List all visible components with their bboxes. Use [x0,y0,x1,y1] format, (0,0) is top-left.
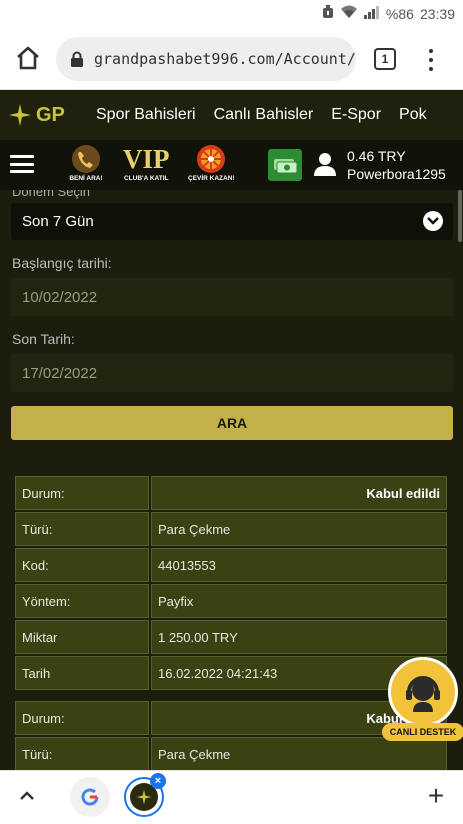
google-icon[interactable] [70,777,110,817]
signal-icon [363,5,380,22]
star-logo-icon [9,104,31,126]
close-tab-icon[interactable]: × [150,773,166,789]
deposit-money-icon[interactable] [268,149,302,181]
url-text: grandpashabet996.com/Account/ [94,50,356,68]
new-tab-icon[interactable]: + [424,780,448,811]
hamburger-menu-icon[interactable] [10,155,34,173]
user-icon[interactable] [314,152,336,176]
table-row: Türü: Para Çekme [15,512,447,546]
support-agent-icon [388,657,458,727]
alarm-icon [322,5,334,22]
period-select[interactable]: Son 7 Gün [11,203,453,240]
row-key: Kod: [15,548,149,582]
page-scrollbar[interactable] [458,190,462,242]
account-summary[interactable]: 0.46 TRY Powerbora1295 [347,147,446,183]
account-bar: BENİ ARA! VIP CLUB'A KATIL ÇEVİR KAZAN! … [0,140,463,190]
browser-bottom-bar: × + [0,770,463,824]
wheel-icon [197,145,226,173]
promo-vip-club[interactable]: VIP CLUB'A KATIL [123,144,170,182]
balance-amount: 0.46 TRY [347,148,406,164]
overflow-menu-icon[interactable] [424,46,438,74]
chevron-down-icon [423,211,443,231]
browser-toolbar: grandpashabet996.com/Account/ 1 [0,28,463,90]
promo-call-me-label: BENİ ARA! [69,175,103,182]
phone-icon [72,145,100,173]
table-row: Durum: Kabul edildi [15,476,447,510]
row-key: Miktar [15,620,149,654]
tab-switcher-button[interactable]: 1 [374,48,396,70]
start-date-field[interactable] [11,278,453,316]
row-value: Payfix [151,584,447,618]
site-logo[interactable]: GP [8,103,82,127]
vip-icon: VIP [123,144,170,174]
address-bar[interactable]: grandpashabet996.com/Account/ [56,37,356,81]
table-row: Yöntem: Payfix [15,584,447,618]
nav-live-betting[interactable]: Canlı Bahisler [214,106,314,124]
row-key: Tarih [15,656,149,690]
promo-vip-label: CLUB'A KATIL [123,175,169,182]
search-button[interactable]: ARA [11,406,453,440]
promo-spin-label: ÇEVİR KAZAN! [188,175,235,182]
status-icons: %86 23:39 [322,5,455,22]
wifi-icon [340,5,358,22]
row-value: 1 250.00 TRY [151,620,447,654]
logo-text: GP [36,103,65,126]
status-value: Kabul edildi [151,476,447,510]
support-label: CANLI DESTEK [382,723,463,741]
end-date-label: Son Tarih: [12,331,75,347]
nav-poker[interactable]: Pok [399,106,427,124]
row-key: Türü: [15,737,149,770]
row-key: Durum: [15,476,149,510]
username: Powerbora1295 [347,166,446,182]
nav-esports[interactable]: E-Spor [331,106,381,124]
row-value: Para Çekme [151,512,447,546]
live-support-button[interactable]: CANLI DESTEK [382,655,463,745]
nav-sports-betting[interactable]: Spor Bahisleri [96,106,196,124]
chevron-up-icon[interactable] [18,787,36,805]
clock: 23:39 [419,5,455,22]
row-key: Durum: [15,701,149,735]
status-bar: %86 23:39 [0,0,463,28]
period-label: Dönem Seçin [12,190,91,199]
battery-level: %86 [385,5,414,22]
promo-spin-win[interactable]: ÇEVİR KAZAN! [188,144,235,182]
table-row: Miktar 1 250.00 TRY [15,620,447,654]
row-value: 44013553 [151,548,447,582]
row-key: Yöntem: [15,584,149,618]
end-date-field[interactable] [11,354,453,392]
table-row: Kod: 44013553 [15,548,447,582]
row-key: Türü: [15,512,149,546]
promo-call-me[interactable]: BENİ ARA! [68,144,104,182]
site-top-nav: GP Spor Bahisleri Canlı Bahisler E-Spor … [0,90,463,140]
period-select-value: Son 7 Gün [22,213,94,230]
home-icon[interactable] [14,44,42,72]
start-date-label: Başlangıç tarihi: [12,255,112,271]
lock-icon [70,51,84,67]
